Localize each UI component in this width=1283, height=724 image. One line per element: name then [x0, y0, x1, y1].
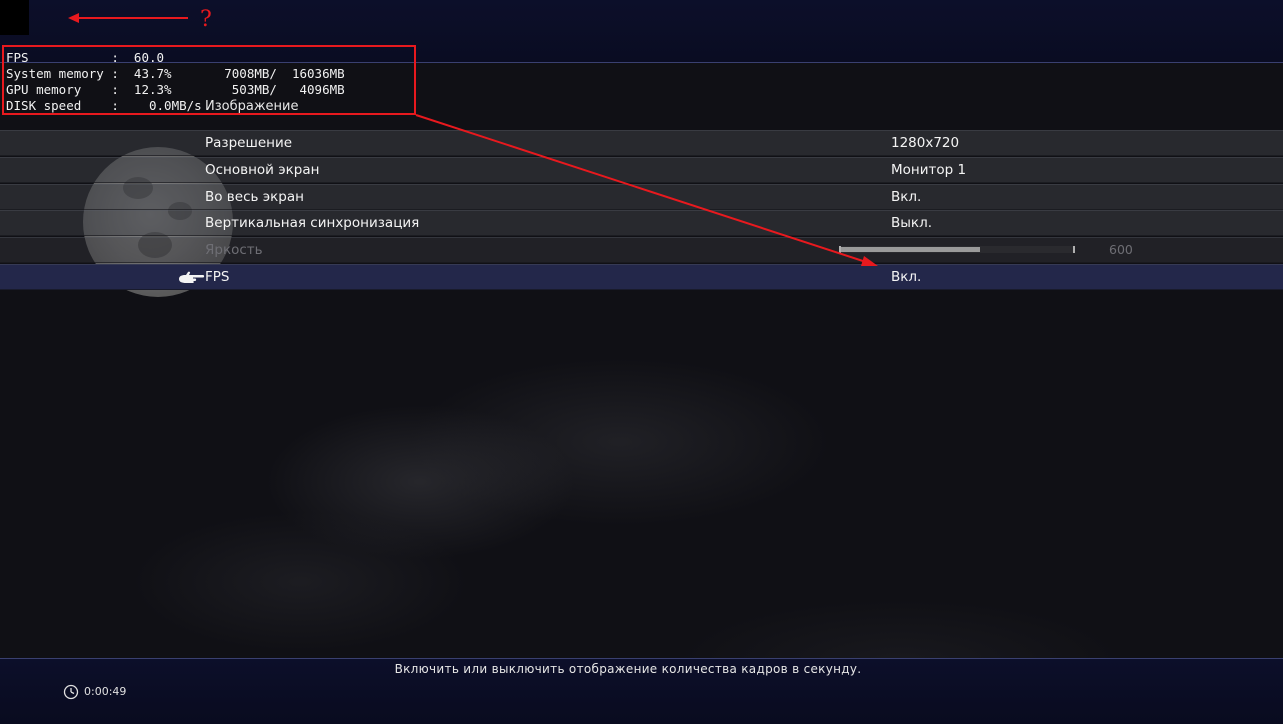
stats-line-disk-speed: DISK speed : 0.0MB/s — [6, 98, 202, 113]
setting-value: Монитор 1 — [891, 162, 967, 178]
black-square — [0, 0, 29, 35]
setting-label: Яркость — [205, 242, 263, 258]
setting-row-vsync[interactable]: Вертикальная синхронизация Выкл. — [0, 210, 1283, 236]
setting-row-brightness: Яркость 600 — [0, 237, 1283, 263]
setting-label: Вертикальная синхронизация — [205, 215, 420, 231]
setting-label: Основной экран — [205, 162, 320, 178]
setting-label: Разрешение — [205, 135, 293, 151]
stats-line-fps: FPS : 60.0 — [6, 50, 165, 65]
setting-value: Выкл. — [891, 215, 932, 231]
annotation-question-mark: ? — [200, 7, 212, 32]
setting-row-main-screen[interactable]: Основной экран Монитор 1 — [0, 157, 1283, 183]
setting-row-fullscreen[interactable]: Во весь экран Вкл. — [0, 184, 1283, 210]
setting-value: Вкл. — [891, 189, 922, 205]
setting-value: 1280x720 — [891, 135, 960, 151]
setting-value: Вкл. — [891, 269, 922, 285]
setting-label: FPS — [205, 269, 230, 285]
pointing-hand-icon — [179, 271, 205, 283]
stats-overlay: FPS : 60.0 System memory : 43.7% 7008MB/ … — [6, 50, 345, 114]
setting-label: Во весь экран — [205, 189, 304, 205]
brightness-value: 600 — [1109, 242, 1133, 257]
help-text: Включить или выключить отображение колич… — [394, 662, 862, 676]
game-window: ? Изображение Разрешение 1280x720 Основн… — [0, 0, 1283, 724]
stats-line-gpu-memory: GPU memory : 12.3% 503MB/ 4096MB — [6, 82, 345, 97]
brightness-slider-fill — [841, 247, 981, 252]
play-time: 0:00:49 — [84, 685, 127, 698]
annotation-left-arrow-icon: ? — [68, 7, 212, 32]
brightness-slider — [839, 246, 1075, 253]
stats-line-system-memory: System memory : 43.7% 7008MB/ 16036MB — [6, 66, 345, 81]
setting-row-resolution[interactable]: Разрешение 1280x720 — [0, 130, 1283, 156]
clock-icon — [63, 684, 79, 700]
setting-row-fps[interactable]: FPS Вкл. — [0, 264, 1283, 290]
